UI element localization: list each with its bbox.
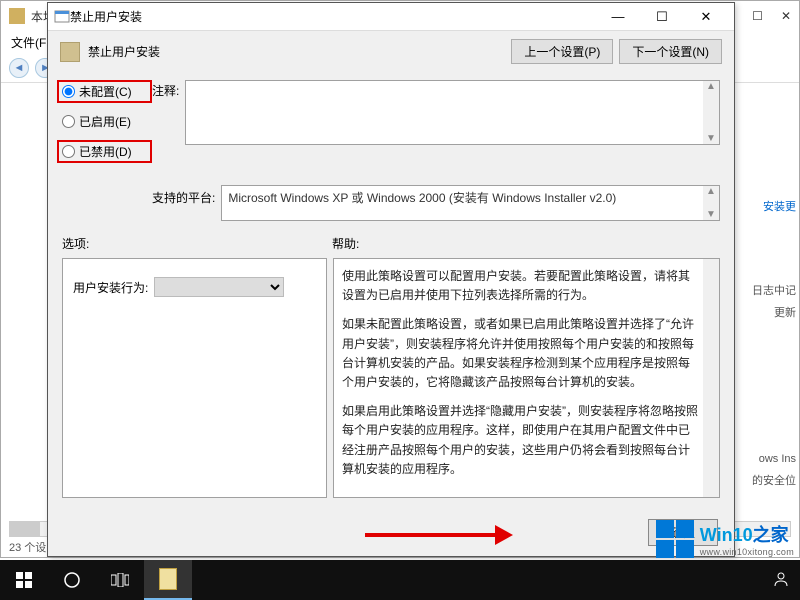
people-icon[interactable] — [772, 570, 790, 591]
watermark-brand2: 之家 — [753, 525, 789, 545]
radio-disabled-label: 已禁用(D) — [79, 143, 132, 160]
radio-disabled[interactable]: 已禁用(D) — [57, 140, 152, 163]
next-setting-button[interactable]: 下一个设置(N) — [619, 39, 722, 64]
scrollbar[interactable] — [703, 259, 719, 497]
radio-enabled-input[interactable] — [62, 115, 75, 128]
behind-text: 更新 — [774, 304, 796, 320]
options-label: 选项: — [62, 235, 332, 252]
cortana-button[interactable] — [48, 560, 96, 600]
watermark: Win10之家 www.win10xitong.com — [656, 520, 794, 558]
user-install-behavior-select[interactable] — [154, 277, 284, 297]
comment-textarea[interactable]: ▲▼ — [185, 80, 720, 145]
windows-icon — [16, 572, 32, 588]
help-panel: 使用此策略设置可以配置用户安装。若要配置此策略设置，请将其设置为已启用并使用下拉… — [333, 258, 720, 498]
radio-enabled[interactable]: 已启用(E) — [62, 113, 152, 130]
watermark-brand: Win10 — [700, 525, 753, 545]
windows-logo-icon — [656, 520, 694, 558]
radio-not-configured-label: 未配置(C) — [79, 83, 132, 100]
start-button[interactable] — [0, 560, 48, 600]
dialog-icon — [54, 9, 70, 25]
notepad-icon — [159, 568, 177, 590]
maximize-button[interactable]: ☐ — [640, 3, 684, 31]
previous-setting-button[interactable]: 上一个设置(P) — [511, 39, 613, 64]
radio-disabled-input[interactable] — [62, 145, 75, 158]
policy-header-icon — [60, 42, 80, 62]
behind-text: ows Ins — [759, 453, 796, 465]
minimize-button[interactable]: — — [596, 3, 640, 31]
help-paragraph: 如果未配置此策略设置，或者如果已启用此策略设置并选择了“允许用户安装”，则安装程… — [342, 315, 699, 392]
supported-platform-value: Microsoft Windows XP 或 Windows 2000 (安装有… — [228, 191, 616, 205]
supported-platform-box: Microsoft Windows XP 或 Windows 2000 (安装有… — [221, 185, 720, 221]
supported-platform-label: 支持的平台: — [152, 185, 215, 206]
taskview-icon — [111, 573, 129, 587]
taskbar-app[interactable] — [144, 560, 192, 600]
parent-close-icon[interactable]: ✕ — [781, 9, 791, 23]
task-view-button[interactable] — [96, 560, 144, 600]
user-install-behavior-label: 用户安装行为: — [73, 279, 148, 296]
policy-header-title: 禁止用户安装 — [88, 43, 160, 60]
radio-not-configured[interactable]: 未配置(C) — [57, 80, 152, 103]
behind-text: 日志中记 — [752, 282, 796, 298]
options-panel: 用户安装行为: — [62, 258, 327, 498]
help-label: 帮助: — [332, 235, 720, 252]
comment-label: 注释: — [152, 80, 179, 99]
help-paragraph: 如果启用此策略设置并选择“隐藏用户安装”，则安装程序将忽略按照每个用户安装的应用… — [342, 402, 699, 479]
circle-icon — [63, 571, 81, 589]
status-text: 23 个设 — [9, 539, 46, 555]
close-button[interactable]: ✕ — [684, 3, 728, 31]
scrollbar[interactable]: ▲▼ — [703, 186, 719, 220]
dialog-titlebar: 禁止用户安装 — ☐ ✕ — [48, 3, 734, 31]
policy-dialog: 禁止用户安装 — ☐ ✕ 禁止用户安装 上一个设置(P) 下一个设置(N) 未配… — [47, 2, 735, 557]
editor-icon — [9, 8, 25, 24]
radio-enabled-label: 已启用(E) — [79, 113, 131, 130]
back-icon[interactable]: ◄ — [9, 58, 29, 78]
behind-text: 的安全位 — [752, 472, 796, 488]
taskbar — [0, 560, 800, 600]
radio-not-configured-input[interactable] — [62, 85, 75, 98]
scrollbar[interactable]: ▲▼ — [703, 81, 719, 144]
parent-maximize-icon[interactable]: ☐ — [752, 9, 763, 23]
dialog-title: 禁止用户安装 — [70, 8, 142, 25]
watermark-url: www.win10xitong.com — [700, 547, 794, 557]
behind-link: 安装更 — [763, 198, 796, 214]
help-paragraph: 使用此策略设置可以配置用户安装。若要配置此策略设置，请将其设置为已启用并使用下拉… — [342, 267, 699, 305]
